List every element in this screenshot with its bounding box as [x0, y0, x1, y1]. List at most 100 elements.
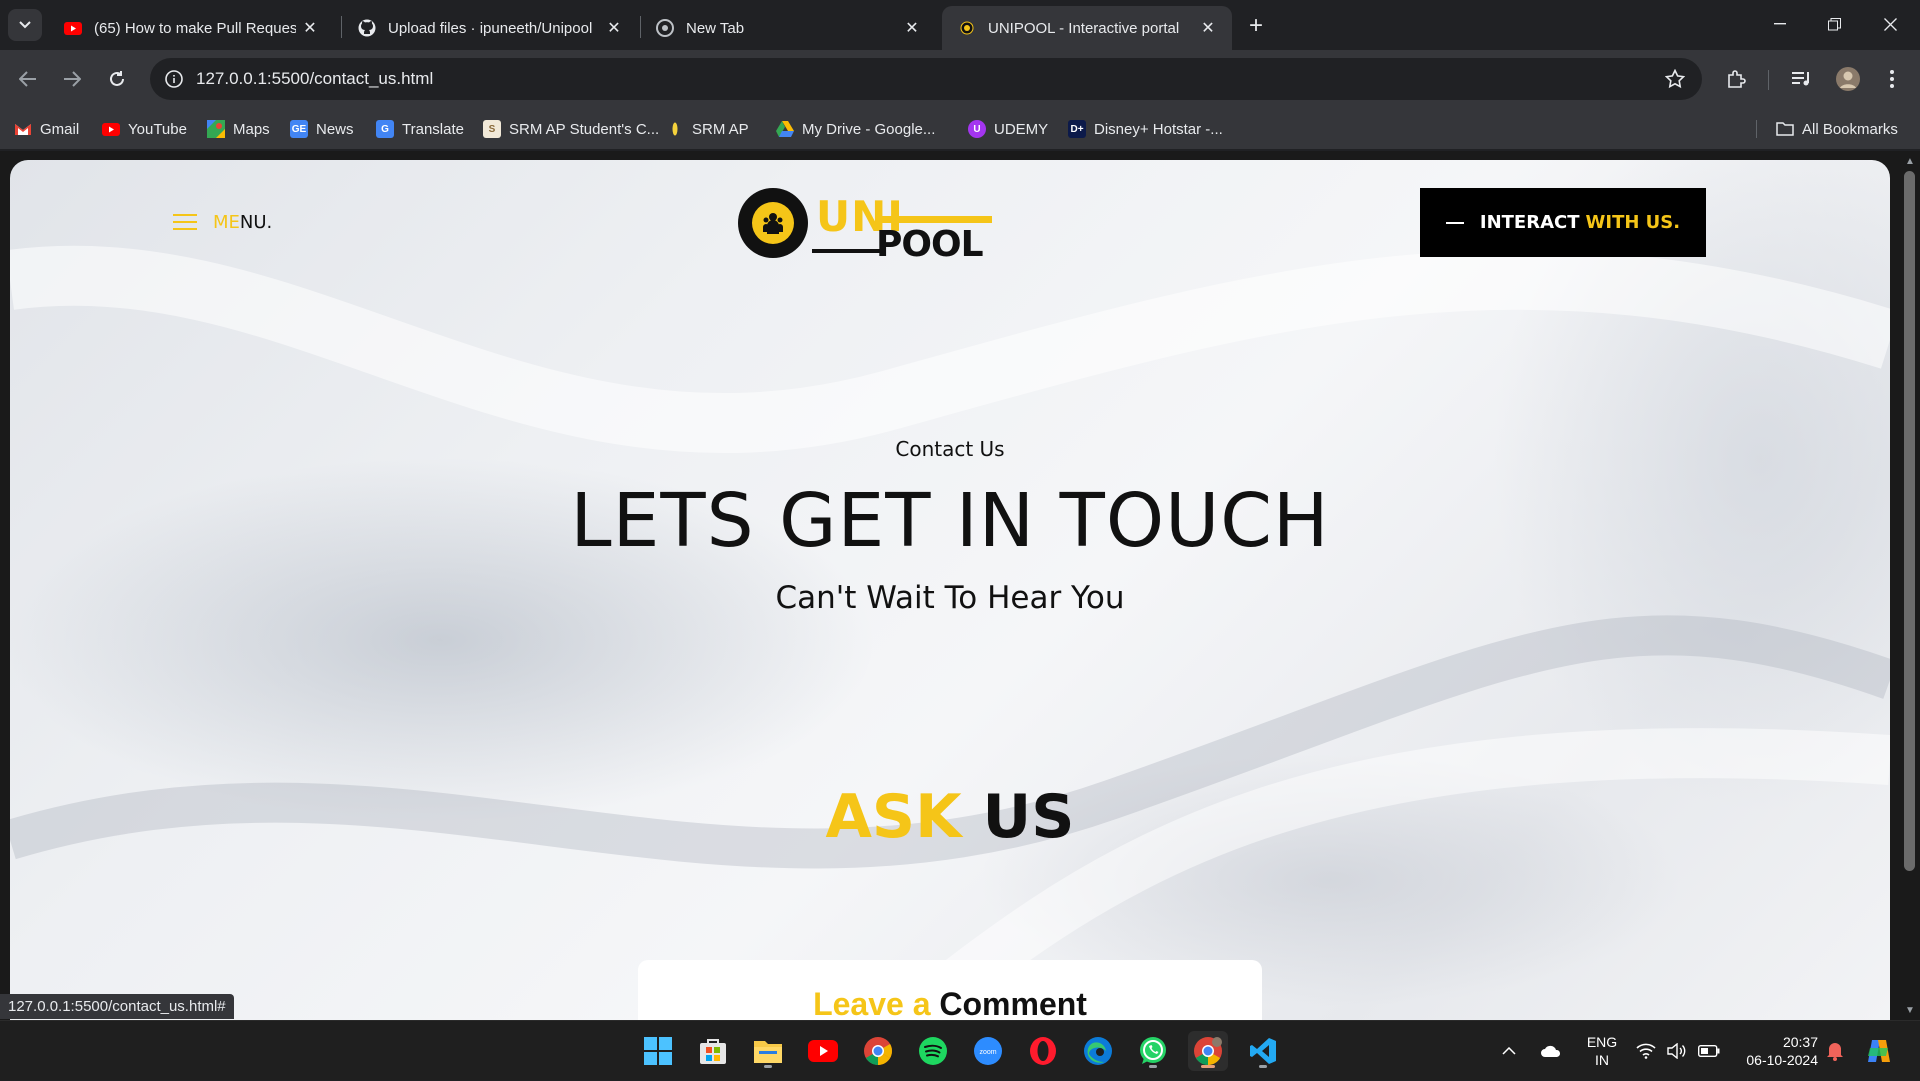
profile-avatar[interactable] [1832, 63, 1864, 95]
copilot-icon[interactable] [1864, 1021, 1894, 1081]
youtube-icon[interactable] [803, 1031, 843, 1071]
bookmark-hotstar[interactable]: D+ Disney+ Hotstar -... [1068, 118, 1223, 140]
srm-ap-icon [666, 120, 684, 138]
clock-time: 20:37 [1782, 1034, 1818, 1050]
toolbar-divider [1768, 70, 1769, 90]
spotify-icon[interactable] [913, 1031, 953, 1071]
browser-toolbar: 127.0.0.1:5500/contact_us.html [0, 50, 1920, 108]
link-status-bar: 127.0.0.1:5500/contact_us.html# [0, 994, 234, 1019]
media-control-button[interactable] [1786, 63, 1818, 95]
bookmark-label: Translate [402, 120, 464, 138]
bookmarks-divider [1756, 120, 1757, 138]
url-text: 127.0.0.1:5500/contact_us.html [196, 69, 434, 88]
menu-button[interactable]: ME NU. [173, 210, 272, 234]
microsoft-store-icon[interactable] [693, 1031, 733, 1071]
bookmark-srm-student[interactable]: S SRM AP Student's C... [483, 118, 659, 140]
bookmark-star-icon[interactable] [1662, 66, 1688, 92]
interact-label-part1: INTERACT [1479, 212, 1580, 233]
address-bar[interactable]: 127.0.0.1:5500/contact_us.html [150, 58, 1702, 100]
tab-search-button[interactable] [8, 9, 42, 41]
minimize-button[interactable] [1752, 0, 1808, 48]
scroll-up-icon[interactable]: ▲ [1905, 156, 1915, 167]
notification-bell-icon[interactable] [1826, 1021, 1844, 1081]
scroll-down-icon[interactable]: ▼ [1905, 1005, 1915, 1016]
edge-icon[interactable] [1078, 1031, 1118, 1071]
browser-menu-button[interactable] [1876, 63, 1908, 95]
tab-unipool[interactable]: UNIPOOL - Interactive portal ✕ [942, 6, 1232, 50]
tab-youtube[interactable]: (65) How to make Pull Request ✕ [48, 6, 334, 50]
tab-title: Upload files · ipuneeth/Unipool [388, 19, 593, 37]
chrome-icon[interactable] [858, 1031, 898, 1071]
chrome-profile-icon[interactable] [1188, 1031, 1228, 1071]
file-explorer-icon[interactable] [748, 1031, 788, 1071]
close-icon[interactable]: ✕ [600, 14, 628, 42]
show-hidden-icons[interactable] [1502, 1021, 1516, 1081]
comment-title-part2: Comment [939, 986, 1087, 1020]
close-icon[interactable]: ✕ [296, 14, 324, 42]
bookmark-gmail[interactable]: Gmail [14, 118, 79, 140]
logo-text-pool: POOL [876, 224, 984, 265]
reload-button[interactable] [101, 63, 133, 95]
tab-new-tab[interactable]: New Tab ✕ [640, 6, 936, 50]
back-arrow-icon [19, 71, 36, 87]
maps-icon [207, 120, 225, 138]
bookmark-label: UDEMY [994, 120, 1049, 138]
avatar-icon [1836, 67, 1860, 91]
ask-us-heading: ASK US [10, 782, 1890, 852]
bookmark-label: YouTube [128, 120, 187, 138]
bookmark-news[interactable]: GE News [290, 118, 354, 140]
restore-button[interactable] [1806, 0, 1862, 48]
unipool-logo[interactable]: UNI POOL [728, 186, 998, 266]
active-indicator [1201, 1065, 1215, 1068]
people-icon [763, 213, 783, 234]
github-icon [358, 19, 376, 37]
interact-label-part2: WITH US. [1585, 212, 1681, 233]
forward-button[interactable] [56, 63, 88, 95]
bookmark-youtube[interactable]: YouTube [102, 118, 187, 140]
tab-github[interactable]: Upload files · ipuneeth/Unipool ✕ [342, 6, 638, 50]
volume-icon[interactable] [1667, 1021, 1687, 1081]
logo-emblem [738, 188, 808, 258]
minimize-icon [1774, 23, 1786, 25]
language-indicator[interactable]: ENG IN [1582, 1033, 1622, 1069]
translate-icon: G [376, 120, 394, 138]
bookmark-udemy[interactable]: U UDEMY [968, 118, 1048, 140]
extensions-button[interactable] [1720, 63, 1752, 95]
bookmark-label: News [316, 120, 354, 138]
battery-icon[interactable] [1698, 1021, 1720, 1081]
site-info-icon[interactable] [162, 67, 186, 91]
kebab-menu-icon [1890, 70, 1894, 88]
interact-with-us-button[interactable]: INTERACT WITH US. [1420, 188, 1706, 257]
hamburger-icon [173, 214, 197, 230]
bookmark-maps[interactable]: Maps [207, 118, 270, 140]
puzzle-icon [1728, 70, 1746, 88]
vscode-icon[interactable] [1243, 1031, 1283, 1071]
unipool-favicon [958, 19, 976, 37]
opera-icon[interactable] [1023, 1031, 1063, 1071]
close-icon[interactable]: ✕ [898, 14, 926, 42]
onedrive-icon[interactable] [1540, 1021, 1562, 1081]
zoom-icon[interactable]: zoom [968, 1031, 1008, 1071]
bookmark-srm-ap[interactable]: SRM AP [666, 118, 749, 140]
hero-kicker: Contact Us [895, 437, 1005, 461]
bookmark-label: SRM AP Student's C... [509, 120, 660, 138]
whatsapp-icon[interactable] [1133, 1031, 1173, 1071]
new-tab-button[interactable]: + [1242, 12, 1270, 40]
hotstar-icon: D+ [1068, 120, 1086, 138]
windows-start-icon[interactable] [638, 1031, 678, 1071]
page-scrollbar[interactable]: ▲ ▼ [1900, 151, 1920, 1020]
close-window-button[interactable] [1862, 0, 1918, 48]
bookmark-drive[interactable]: My Drive - Google... [776, 118, 935, 140]
wifi-icon[interactable] [1636, 1021, 1656, 1081]
menu-label-part1: ME [213, 211, 240, 233]
logo-bar-black [812, 249, 884, 253]
scrollbar-thumb[interactable] [1904, 171, 1915, 871]
comment-card: Leave a Comment [638, 960, 1262, 1020]
back-button[interactable] [12, 63, 44, 95]
chrome-icon [656, 19, 674, 37]
youtube-icon [64, 19, 82, 37]
bookmark-translate[interactable]: G Translate [376, 118, 464, 140]
close-icon[interactable]: ✕ [1194, 14, 1222, 42]
system-clock[interactable]: 20:37 06-10-2024 [1734, 1033, 1818, 1069]
all-bookmarks[interactable]: All Bookmarks [1776, 118, 1898, 140]
